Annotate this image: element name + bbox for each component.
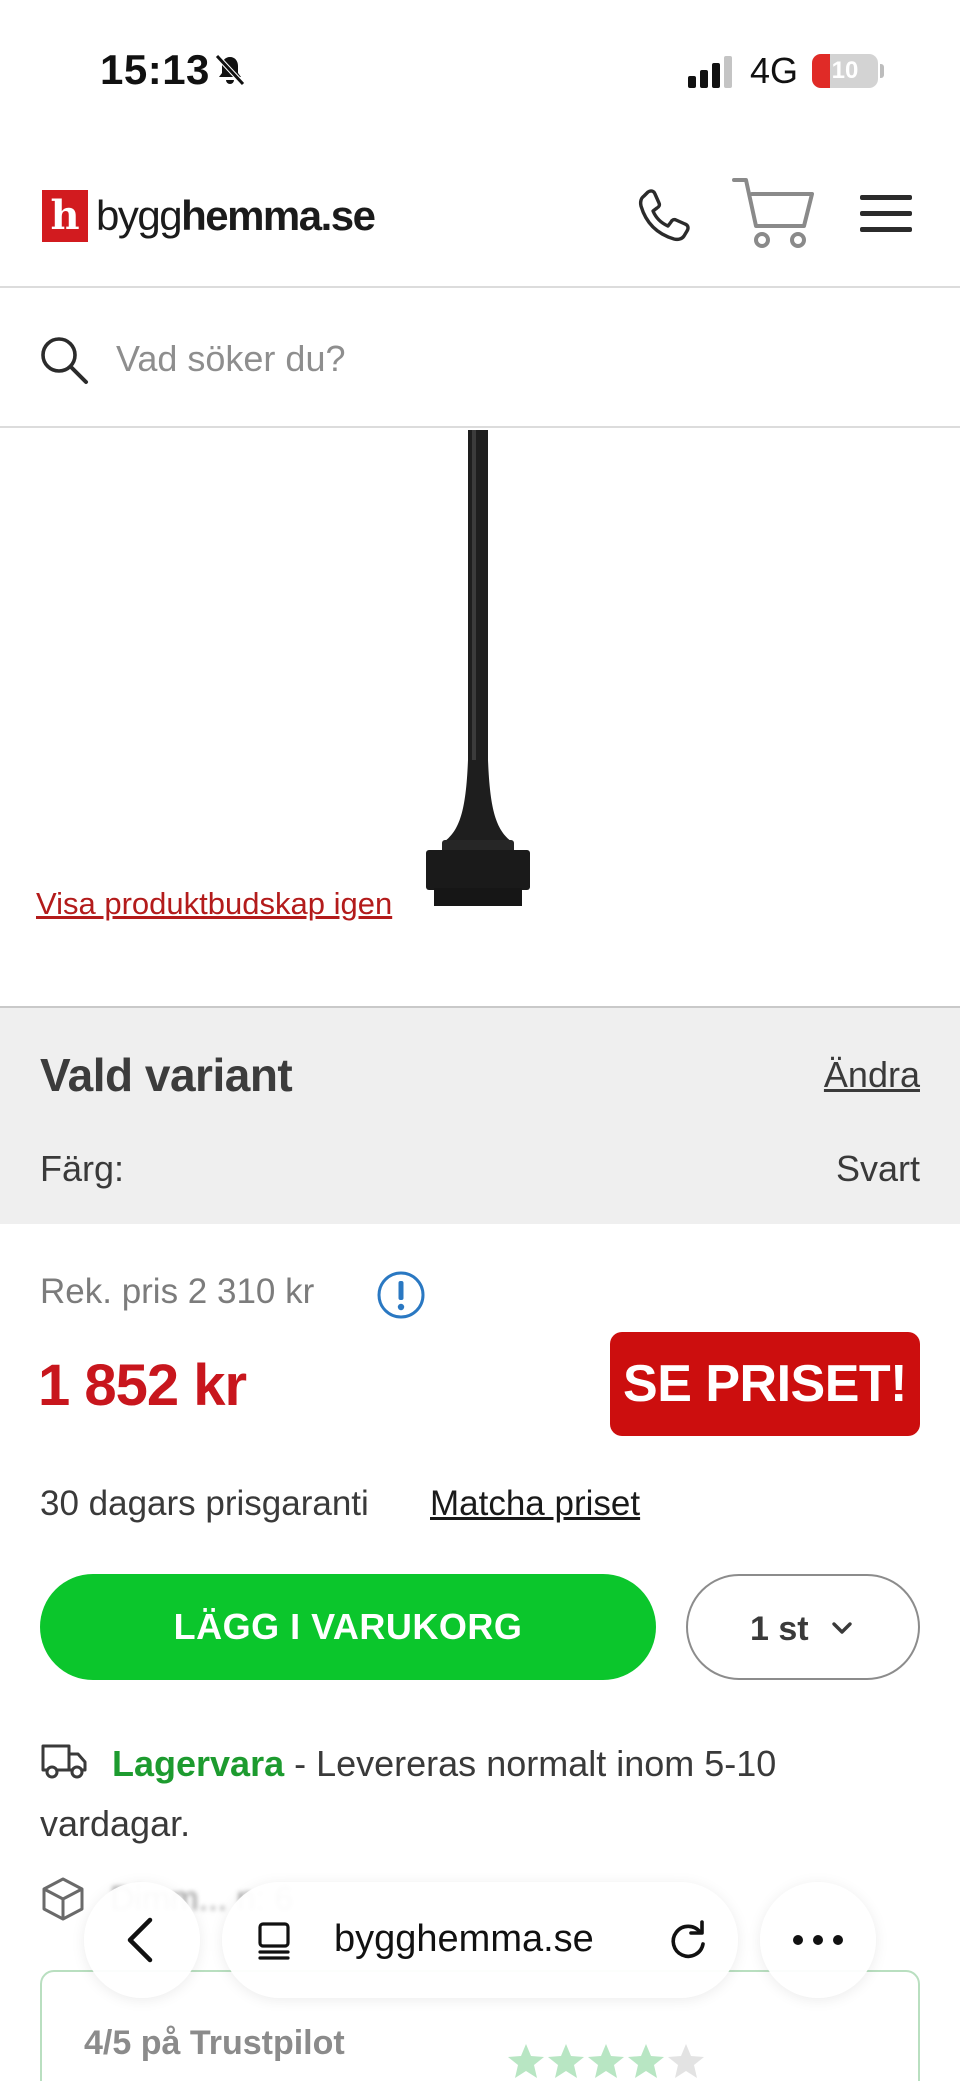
reload-icon[interactable] xyxy=(666,1918,710,1962)
signal-icon xyxy=(688,56,732,88)
logo-part1: bygg xyxy=(96,192,183,239)
search-bar xyxy=(0,290,960,428)
menu-icon[interactable] xyxy=(858,192,914,236)
search-input[interactable] xyxy=(116,328,896,390)
product-gallery: Visa produktbudskap igen xyxy=(0,430,960,1006)
price-guarantee-text: 30 dagars prisgaranti xyxy=(40,1484,369,1523)
status-time: 15:13 xyxy=(100,46,210,93)
browser-toolbar: bygghemma.se xyxy=(0,1870,960,2010)
se-priset-button[interactable]: SE PRISET! xyxy=(610,1332,920,1436)
recommended-price: Rek. pris 2 310 kr xyxy=(40,1272,315,1311)
battery-level: 10 xyxy=(831,57,859,84)
product-image[interactable] xyxy=(420,430,536,906)
quantity-value: 1 st xyxy=(750,1610,809,1648)
match-price-link[interactable]: Matcha priset xyxy=(430,1484,640,1524)
delivery-info: Lagervara - Levereras normalt inom 5-10 … xyxy=(40,1734,900,1854)
tabs-icon[interactable] xyxy=(256,1920,296,1960)
battery-tip xyxy=(880,64,884,78)
stock-status: Lagervara xyxy=(112,1743,285,1784)
site-header: h bygghemma.se xyxy=(0,140,960,288)
browser-back-button[interactable] xyxy=(84,1882,200,1998)
logo-mark[interactable]: h xyxy=(42,190,88,242)
color-value: Svart xyxy=(835,1148,920,1189)
battery-icon: 10 xyxy=(812,54,878,88)
color-label: Färg: xyxy=(40,1148,125,1189)
logo-part2: hemma.se xyxy=(181,192,376,239)
rating-stars-icon xyxy=(508,2044,704,2078)
browser-more-button[interactable] xyxy=(760,1882,876,1998)
chevron-left-icon xyxy=(127,1917,153,1963)
quantity-select[interactable]: 1 st xyxy=(686,1574,920,1680)
phone-icon[interactable] xyxy=(634,184,698,248)
selected-variant: Vald variant Ändra Färg: Svart xyxy=(0,1006,960,1224)
product-price: 1 852 kr xyxy=(38,1353,247,1418)
search-icon[interactable] xyxy=(38,334,90,386)
logo-letter: h xyxy=(50,192,80,239)
network-type: 4G xyxy=(750,50,799,91)
show-product-message-link[interactable]: Visa produktbudskap igen xyxy=(36,886,392,922)
more-dots-icon xyxy=(793,1935,843,1945)
info-icon[interactable] xyxy=(376,1270,426,1320)
browser-url: bygghemma.se xyxy=(334,1918,594,1960)
logo-wordmark[interactable]: bygghemma.se xyxy=(96,192,376,240)
add-to-cart-button[interactable]: LÄGG I VARUKORG xyxy=(40,1574,656,1680)
bell-muted-icon xyxy=(215,54,245,86)
cart-icon[interactable] xyxy=(732,174,816,254)
browser-address-bar[interactable]: bygghemma.se xyxy=(222,1882,738,1998)
variant-title: Vald variant xyxy=(40,1049,293,1101)
status-bar: 15:13 4G 10 xyxy=(0,0,960,140)
change-variant-link[interactable]: Ändra xyxy=(824,1054,920,1096)
chevron-down-icon xyxy=(832,1622,852,1634)
trustpilot-text: 4/5 på Trustpilot xyxy=(84,2024,345,2062)
